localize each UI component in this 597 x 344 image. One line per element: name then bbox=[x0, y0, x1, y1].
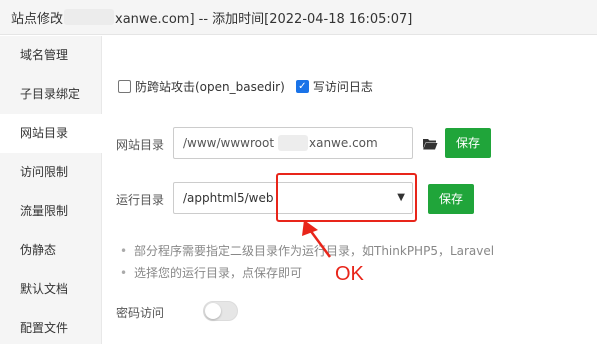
sidebar-item-domain[interactable]: 域名管理 bbox=[0, 36, 101, 75]
site-dir-path-suffix: xanwe.com bbox=[309, 136, 378, 150]
sidebar-item-rewrite[interactable]: 伪静态 bbox=[0, 231, 101, 270]
open-basedir-checkbox[interactable] bbox=[118, 80, 131, 93]
options-row: 防跨站攻击(open_basedir) ✓ 写访问日志 bbox=[118, 78, 373, 95]
run-dir-label: 运行目录 bbox=[116, 193, 165, 207]
toggle-knob bbox=[205, 303, 221, 319]
site-dir-input[interactable]: /www/wwwroot xanwe.com bbox=[173, 127, 413, 159]
site-dir-label: 网站目录 bbox=[116, 138, 165, 152]
title-suffix: xanwe.com] -- 添加时间[2022-04-18 16:05:07] bbox=[115, 11, 413, 27]
password-access-label: 密码访问 bbox=[116, 306, 165, 320]
sidebar-item-default-doc[interactable]: 默认文档 bbox=[0, 270, 101, 309]
site-dir-path: /www/wwwroot bbox=[183, 136, 275, 150]
access-log-checkbox[interactable]: ✓ bbox=[295, 80, 309, 93]
password-access-toggle[interactable] bbox=[203, 301, 238, 321]
open-basedir-label[interactable]: 防跨站攻击(open_basedir) bbox=[135, 78, 285, 95]
sidebar-item-site-dir[interactable]: 网站目录 bbox=[0, 114, 102, 153]
annotation-ok-label: OK bbox=[335, 263, 364, 285]
sidebar-item-subdir-binding[interactable]: 子目录绑定 bbox=[0, 75, 101, 114]
run-dir-save-button[interactable]: 保存 bbox=[428, 184, 474, 214]
folder-icon[interactable] bbox=[422, 136, 438, 152]
sidebar-item-config-file[interactable]: 配置文件 bbox=[0, 309, 101, 344]
redacted-path bbox=[278, 135, 308, 151]
help-tips: 部分程序需要指定二级目录作为运行目录，如ThinkPHP5，Laravel 选择… bbox=[120, 242, 494, 286]
sidebar-item-traffic-limit[interactable]: 流量限制 bbox=[0, 192, 101, 231]
annotation-highlight-box bbox=[276, 173, 417, 222]
dialog-title: 站点修改 xanwe.com] -- 添加时间[2022-04-18 16:05… bbox=[0, 0, 597, 35]
run-dir-selected: /apphtml5/web bbox=[183, 191, 274, 205]
redacted-domain bbox=[64, 9, 115, 25]
tip-item: 部分程序需要指定二级目录作为运行目录，如ThinkPHP5，Laravel bbox=[120, 242, 494, 264]
title-prefix: 站点修改 bbox=[11, 11, 64, 27]
access-log-label[interactable]: 写访问日志 bbox=[313, 78, 373, 95]
site-dir-save-button[interactable]: 保存 bbox=[445, 128, 491, 158]
tip-item: 选择您的运行目录，点保存即可 bbox=[120, 264, 494, 286]
sidebar-item-access-limit[interactable]: 访问限制 bbox=[0, 153, 101, 192]
settings-sidebar: 域名管理 子目录绑定 网站目录 访问限制 流量限制 伪静态 默认文档 配置文件 bbox=[0, 36, 102, 344]
